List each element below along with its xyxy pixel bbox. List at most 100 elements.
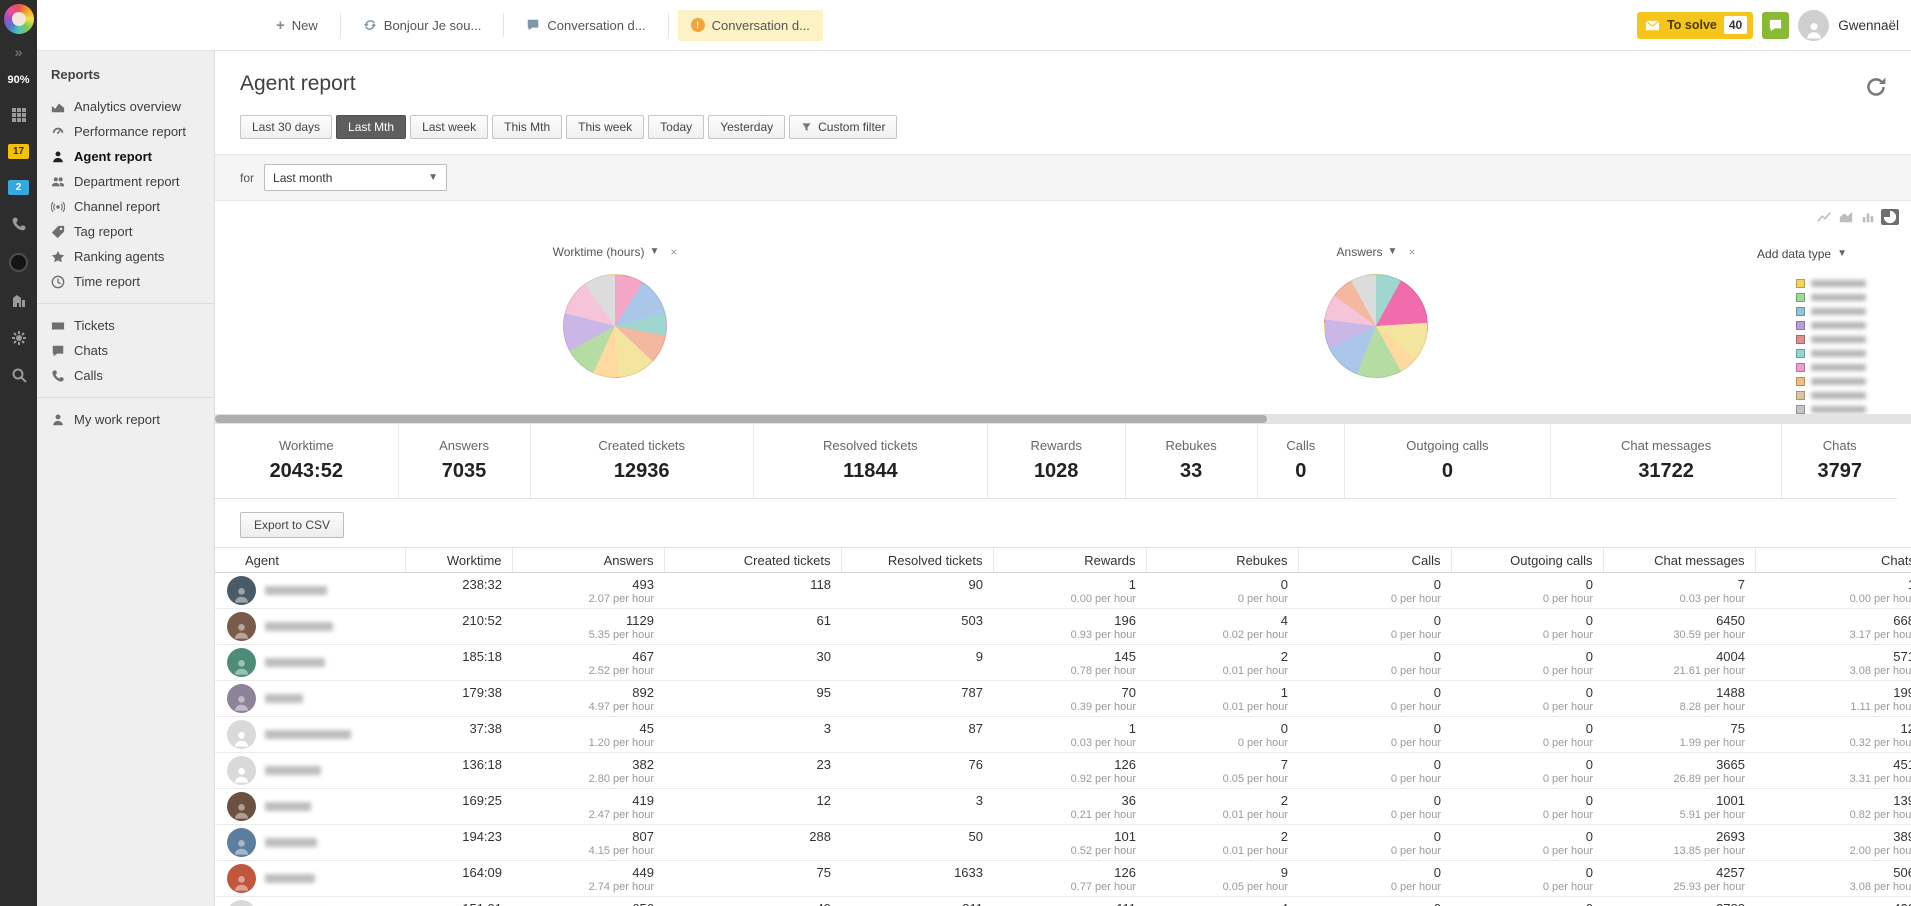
filter-last-mth-button[interactable]: Last Mth: [336, 115, 406, 139]
table-row[interactable]: 169:254192.47 per hour123360.21 per hour…: [215, 789, 1911, 825]
cell-rate: 0 per hour: [1298, 881, 1441, 893]
legend-item[interactable]: [1796, 293, 1866, 302]
filter-this-week-button[interactable]: This week: [566, 115, 644, 139]
column-header-rewards[interactable]: Rewards: [993, 548, 1146, 573]
sidebar-item-tickets[interactable]: Tickets: [37, 313, 214, 338]
calls-icon-item[interactable]: [8, 216, 29, 232]
scrollbar-thumb[interactable]: [215, 415, 1267, 423]
legend-label-blurred: [1811, 336, 1866, 343]
column-header-worktime[interactable]: Worktime: [405, 548, 512, 573]
legend-item[interactable]: [1796, 349, 1866, 358]
legend-item[interactable]: [1796, 363, 1866, 372]
cell-value: 50: [841, 829, 983, 844]
filter-today-button[interactable]: Today: [648, 115, 704, 139]
filter-custom-filter-button[interactable]: Custom filter: [789, 115, 897, 139]
table-row[interactable]: 136:183822.80 per hour23761260.92 per ho…: [215, 753, 1911, 789]
column-header-rebukes[interactable]: Rebukes: [1146, 548, 1298, 573]
expand-rail-icon[interactable]: »: [15, 44, 23, 60]
table-row[interactable]: 210:5211295.35 per hour615031960.93 per …: [215, 609, 1911, 645]
dashboard-icon-item[interactable]: [8, 107, 29, 123]
column-header-chat-messages[interactable]: Chat messages: [1603, 548, 1755, 573]
column-header-created-tickets[interactable]: Created tickets: [664, 548, 841, 573]
remove-chart-button[interactable]: ×: [670, 245, 677, 259]
legend-item[interactable]: [1796, 391, 1866, 400]
app-logo[interactable]: [4, 4, 34, 34]
settings-icon-item[interactable]: [8, 330, 29, 346]
cell-rate: 0 per hour: [1451, 593, 1593, 605]
cell-value: 787: [841, 685, 983, 700]
sidebar-item-calls[interactable]: Calls: [37, 363, 214, 388]
conversation-tab-2[interactable]: Conversation d...: [513, 10, 658, 41]
sidebar-item-department-report[interactable]: Department report: [37, 169, 214, 194]
sidebar-item-analytics-overview[interactable]: Analytics overview: [37, 94, 214, 119]
horizontal-scrollbar[interactable]: [215, 414, 1911, 424]
pie-chart-tool-button[interactable]: [1881, 209, 1899, 225]
area-chart-tool-button[interactable]: [1837, 209, 1855, 225]
cell-chats: 1991.11 per hour: [1755, 681, 1911, 717]
legend-item[interactable]: [1796, 377, 1866, 386]
bar-chart-tool-button[interactable]: [1859, 209, 1877, 225]
remove-chart-button[interactable]: ×: [1408, 245, 1415, 259]
sidebar-item-performance-report[interactable]: Performance report: [37, 119, 214, 144]
column-header-agent[interactable]: Agent: [215, 548, 405, 573]
sidebar-item-ranking-agents[interactable]: Ranking agents: [37, 244, 214, 269]
column-header-resolved-tickets[interactable]: Resolved tickets: [841, 548, 993, 573]
legend-item[interactable]: [1796, 321, 1866, 330]
sidebar-item-time-report[interactable]: Time report: [37, 269, 214, 294]
period-value: Last month: [273, 171, 332, 185]
chart-data-type-select[interactable]: Worktime (hours)▼×: [515, 245, 715, 259]
to-solve-button[interactable]: To solve 40: [1637, 12, 1753, 39]
legend-label-blurred: [1811, 350, 1866, 357]
filter-this-mth-button[interactable]: This Mth: [492, 115, 562, 139]
sidebar-item-chats[interactable]: Chats: [37, 338, 214, 363]
add-data-type-label: Add data type: [1757, 247, 1831, 261]
user-avatar[interactable]: [1798, 10, 1829, 41]
cell-worktime: 179:38: [405, 681, 512, 717]
period-select[interactable]: Last month ▼: [264, 164, 447, 191]
sidebar-item-my-work-report[interactable]: My work report: [37, 407, 214, 432]
conversation-tab-1[interactable]: Bonjour Je sou...: [350, 10, 495, 41]
table-row[interactable]: 185:184672.52 per hour3091450.78 per hou…: [215, 645, 1911, 681]
sidebar-item-agent-report[interactable]: Agent report: [37, 144, 214, 169]
legend-item[interactable]: [1796, 279, 1866, 288]
refresh-button[interactable]: [1865, 76, 1887, 98]
cell-chats: 6683.17 per hour: [1755, 609, 1911, 645]
search-icon-item[interactable]: [8, 367, 29, 383]
cell-outgoing: 00 per hour: [1451, 609, 1603, 645]
person-icon: [232, 658, 251, 677]
conversation-tab-3[interactable]: !Conversation d...: [678, 10, 823, 41]
table-row[interactable]: 151:016564.34 per hour498111110.74 per h…: [215, 897, 1911, 906]
tickets-count-badge-item[interactable]: 17: [8, 144, 29, 159]
export-csv-button[interactable]: Export to CSV: [240, 512, 344, 538]
column-header-outgoing-calls[interactable]: Outgoing calls: [1451, 548, 1603, 573]
table-row[interactable]: 37:38451.20 per hour38710.03 per hour00 …: [215, 717, 1911, 753]
legend-item[interactable]: [1796, 405, 1866, 414]
table-row[interactable]: 194:238074.15 per hour288501010.52 per h…: [215, 825, 1911, 861]
chats-count-badge-item[interactable]: 2: [8, 180, 29, 195]
sidebar-item-tag-report[interactable]: Tag report: [37, 219, 214, 244]
column-header-answers[interactable]: Answers: [512, 548, 664, 573]
stat-label: Resolved tickets: [823, 438, 918, 453]
filter-yesterday-button[interactable]: Yesterday: [708, 115, 785, 139]
user-name[interactable]: Gwennaël: [1838, 18, 1899, 33]
table-row[interactable]: 238:324932.07 per hour1189010.00 per hou…: [215, 573, 1911, 609]
column-header-calls[interactable]: Calls: [1298, 548, 1451, 573]
chart-data-type-select[interactable]: Answers▼×: [1276, 245, 1476, 259]
column-header-chats[interactable]: Chats: [1755, 548, 1911, 573]
filter-last-week-button[interactable]: Last week: [410, 115, 488, 139]
chat-status-button[interactable]: [1762, 12, 1789, 39]
legend-item[interactable]: [1796, 307, 1866, 316]
table-row[interactable]: 164:094492.74 per hour7516331260.77 per …: [215, 861, 1911, 897]
cell-value: 95: [664, 685, 831, 700]
sidebar-item-channel-report[interactable]: Channel report: [37, 194, 214, 219]
legend-item[interactable]: [1796, 335, 1866, 344]
line-chart-tool-button[interactable]: [1815, 209, 1833, 225]
company-icon-item[interactable]: [8, 293, 29, 309]
cell-value: 37:38: [405, 721, 502, 736]
reports-icon-item[interactable]: [8, 253, 29, 272]
sidebar-item-label: Channel report: [74, 199, 160, 214]
filter-last-30-days-button[interactable]: Last 30 days: [240, 115, 332, 139]
new-tab-button[interactable]: +New: [263, 10, 331, 41]
add-data-type-button[interactable]: Add data type ▼: [1757, 247, 1847, 261]
table-row[interactable]: 179:388924.97 per hour95787700.39 per ho…: [215, 681, 1911, 717]
